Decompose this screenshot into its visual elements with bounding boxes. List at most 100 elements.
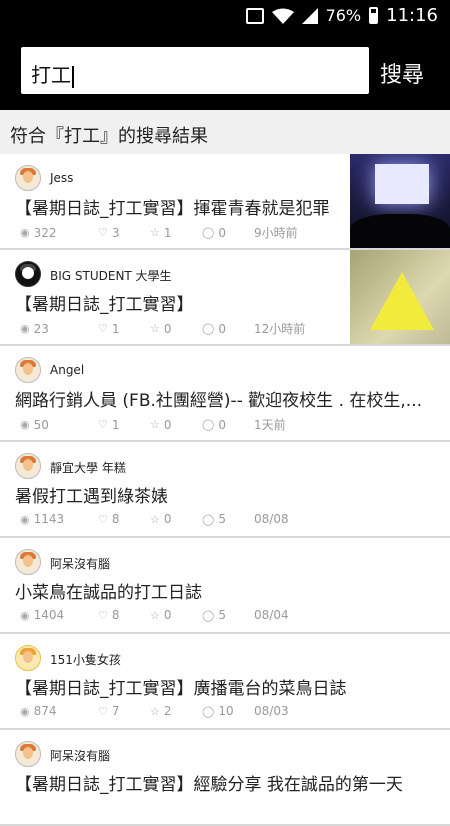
avatar bbox=[15, 261, 41, 287]
comment-icon: ◯ bbox=[202, 608, 215, 622]
like-count: ♡ 8 bbox=[98, 608, 120, 622]
post-title: 【暑期日誌_打工實習】廣播電台的菜鳥日誌 bbox=[15, 679, 347, 699]
list-item[interactable]: 151小隻女孩 【暑期日誌_打工實習】廣播電台的菜鳥日誌 ◉ 874 ♡ 7 ☆ 2 … bbox=[0, 634, 450, 730]
eye-icon: ◉ bbox=[20, 704, 30, 718]
avatar bbox=[15, 165, 41, 191]
author-name: 靜宜大學 年糕 bbox=[50, 461, 126, 475]
heart-icon: ♡ bbox=[98, 608, 108, 622]
comment-count: ◯ 0 bbox=[202, 225, 226, 240]
like-count: ♡ 1 bbox=[98, 321, 120, 336]
post-time: 08/04 bbox=[254, 608, 289, 622]
comment-count: ◯ 5 bbox=[202, 608, 226, 622]
avatar bbox=[15, 549, 41, 575]
post-stats: ◉ 1143 ♡ 8 ☆ 0 ◯ 5 08/08 bbox=[20, 512, 289, 526]
post-time: 08/08 bbox=[254, 512, 289, 526]
list-item[interactable]: BIG STUDENT 大學生 【暑期日誌_打工實習】 ◉ 23 ♡ 1 ☆ 0 ◯ 0… bbox=[0, 250, 450, 346]
post-thumbnail bbox=[350, 154, 450, 248]
heart-icon: ♡ bbox=[98, 418, 108, 431]
list-item[interactable]: Jess 【暑期日誌_打工實習】揮霍青春就是犯罪 ◉ 322 ♡ 3 ☆ 1 ◯ 0 9… bbox=[0, 154, 450, 250]
author-name: Angel bbox=[50, 363, 85, 377]
heart-icon: ♡ bbox=[98, 512, 108, 526]
author-name: Jess bbox=[50, 171, 74, 185]
star-icon: ☆ bbox=[150, 608, 160, 622]
post-time: 1天前 bbox=[254, 418, 286, 432]
search-input[interactable]: 打工 bbox=[21, 47, 369, 94]
eye-icon: ◉ bbox=[20, 608, 30, 622]
result-list: Jess 【暑期日誌_打工實習】揮霍青春就是犯罪 ◉ 322 ♡ 3 ☆ 1 ◯ 0 9… bbox=[0, 154, 450, 826]
battery-percent: 76% bbox=[325, 6, 362, 25]
star-count: ☆ 1 bbox=[150, 225, 172, 240]
view-count: ◉ 50 bbox=[20, 417, 49, 432]
like-count: ♡ 8 bbox=[98, 512, 120, 526]
post-title: 小菜鳥在誠品的打工日誌 bbox=[15, 583, 202, 603]
post-title: 【暑期日誌_打工實習】揮霍青春就是犯罪 bbox=[15, 199, 330, 219]
heart-icon: ♡ bbox=[98, 226, 108, 239]
search-button[interactable]: 搜尋 bbox=[380, 57, 424, 89]
eye-icon: ◉ bbox=[20, 418, 30, 431]
list-item[interactable]: Angel 網路行銷人員 (FB.社團經營)-- 歡迎夜校生 . 在校生,...… bbox=[0, 346, 450, 442]
post-thumbnail bbox=[350, 250, 450, 344]
author-name: 151小隻女孩 bbox=[50, 653, 121, 667]
list-item[interactable]: 阿呆沒有腦 小菜鳥在誠品的打工日誌 ◉ 1404 ♡ 8 ☆ 0 ◯ 5 08/04 bbox=[0, 538, 450, 634]
post-time: 12小時前 bbox=[254, 322, 306, 336]
search-query: 打工 bbox=[31, 63, 71, 87]
avatar bbox=[15, 741, 41, 767]
comment-icon: ◯ bbox=[202, 226, 215, 239]
view-count: ◉ 23 bbox=[20, 321, 49, 336]
avatar bbox=[15, 453, 41, 479]
star-count: ☆ 2 bbox=[150, 704, 172, 718]
like-count: ♡ 1 bbox=[98, 417, 120, 432]
heart-icon: ♡ bbox=[98, 322, 108, 335]
vibrate-icon bbox=[245, 7, 264, 24]
view-count: ◉ 1143 bbox=[20, 512, 65, 526]
star-icon: ☆ bbox=[150, 512, 160, 526]
post-title: 暑假打工遇到綠茶婊 bbox=[15, 487, 168, 507]
star-count: ☆ 0 bbox=[150, 608, 172, 622]
search-bar: 打工 搜尋 bbox=[0, 31, 450, 110]
heart-icon: ♡ bbox=[98, 704, 108, 718]
post-stats: ◉ 874 ♡ 7 ☆ 2 ◯ 10 08/03 bbox=[20, 704, 289, 718]
post-stats: ◉ 322 ♡ 3 ☆ 1 ◯ 0 9小時前 bbox=[20, 224, 298, 241]
text-caret bbox=[72, 65, 74, 88]
comment-icon: ◯ bbox=[202, 704, 215, 718]
clock: 11:16 bbox=[386, 5, 438, 26]
star-count: ☆ 0 bbox=[150, 512, 172, 526]
author-name: BIG STUDENT 大學生 bbox=[50, 269, 172, 283]
star-icon: ☆ bbox=[150, 226, 160, 239]
comment-count: ◯ 0 bbox=[202, 417, 226, 432]
like-count: ♡ 7 bbox=[98, 704, 120, 718]
post-title: 【暑期日誌_打工實習】經驗分享 我在誠品的第一天 bbox=[15, 775, 403, 795]
signal-icon bbox=[301, 7, 318, 24]
eye-icon: ◉ bbox=[20, 512, 30, 526]
view-count: ◉ 322 bbox=[20, 225, 57, 240]
wifi-icon bbox=[271, 8, 294, 24]
star-count: ☆ 0 bbox=[150, 417, 172, 432]
post-stats: ◉ 50 ♡ 1 ☆ 0 ◯ 0 1天前 bbox=[20, 416, 286, 433]
battery-icon bbox=[369, 7, 379, 24]
comment-icon: ◯ bbox=[202, 512, 215, 526]
post-title: 網路行銷人員 (FB.社團經營)-- 歡迎夜校生 . 在校生,... bbox=[15, 391, 423, 411]
post-time: 08/03 bbox=[254, 704, 289, 718]
result-header: 符合『打工』的搜尋結果 bbox=[0, 110, 450, 154]
eye-icon: ◉ bbox=[20, 226, 30, 239]
comment-count: ◯ 0 bbox=[202, 321, 226, 336]
comment-count: ◯ 5 bbox=[202, 512, 226, 526]
list-item[interactable]: 靜宜大學 年糕 暑假打工遇到綠茶婊 ◉ 1143 ♡ 8 ☆ 0 ◯ 5 08/08 bbox=[0, 442, 450, 538]
like-count: ♡ 3 bbox=[98, 225, 120, 240]
post-title: 【暑期日誌_打工實習】 bbox=[15, 295, 194, 315]
view-count: ◉ 874 bbox=[20, 704, 57, 718]
post-time: 9小時前 bbox=[254, 226, 298, 240]
star-icon: ☆ bbox=[150, 704, 160, 718]
author-name: 阿呆沒有腦 bbox=[50, 557, 111, 571]
star-icon: ☆ bbox=[150, 322, 160, 335]
status-bar: 76% 11:16 bbox=[0, 0, 450, 31]
avatar bbox=[15, 357, 41, 383]
comment-count: ◯ 10 bbox=[202, 704, 234, 718]
comment-icon: ◯ bbox=[202, 322, 215, 335]
comment-icon: ◯ bbox=[202, 418, 215, 431]
avatar bbox=[15, 645, 41, 671]
author-name: 阿呆沒有腦 bbox=[50, 749, 111, 763]
star-count: ☆ 0 bbox=[150, 321, 172, 336]
star-icon: ☆ bbox=[150, 418, 160, 431]
list-item[interactable]: 阿呆沒有腦 【暑期日誌_打工實習】經驗分享 我在誠品的第一天 bbox=[0, 730, 450, 826]
